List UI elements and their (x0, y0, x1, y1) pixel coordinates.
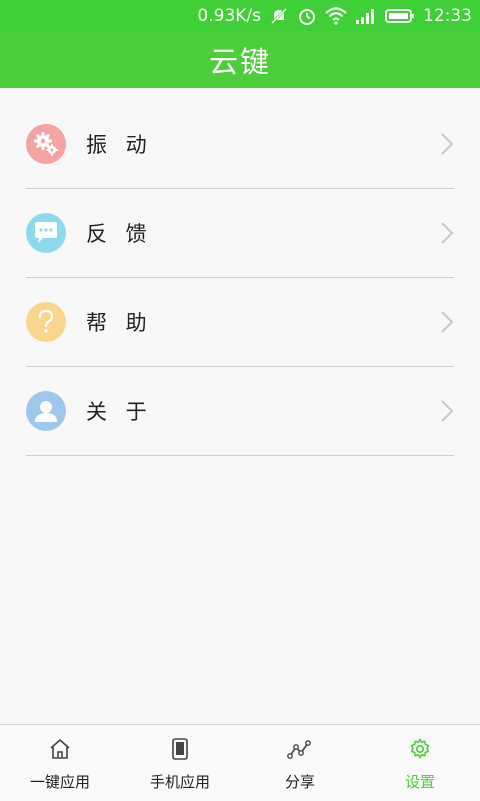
menu-item-about[interactable]: 关 于 (26, 367, 454, 456)
tab-label: 一键应用 (29, 773, 90, 791)
alarm-icon (297, 6, 317, 26)
network-speed: 0.93K/s (197, 5, 261, 26)
question-icon (26, 302, 66, 342)
tab-share[interactable]: 分享 (240, 725, 360, 801)
status-bar: 0.93K/s 12:33 (0, 0, 480, 31)
bottom-tab-bar: 一键应用 手机应用 分享 设置 (0, 724, 480, 801)
person-icon (26, 391, 66, 431)
app-header: 云键 (0, 31, 480, 88)
clock-time: 12:33 (423, 5, 472, 26)
settings-menu: 振 动 反 馈 帮 助 关 于 (0, 100, 480, 456)
menu-item-label: 关 于 (86, 400, 153, 424)
wifi-icon (325, 6, 347, 25)
tab-phone-apps[interactable]: 手机应用 (120, 725, 240, 801)
tab-label: 分享 (284, 773, 315, 791)
chevron-right-icon (440, 221, 454, 249)
gears-icon (26, 124, 66, 164)
menu-item-vibration[interactable]: 振 动 (26, 100, 454, 189)
menu-item-label: 振 动 (86, 133, 153, 157)
share-icon (287, 737, 313, 765)
home-icon (48, 737, 72, 765)
battery-icon (385, 8, 415, 24)
tab-label: 手机应用 (149, 773, 210, 791)
tab-settings[interactable]: 设置 (360, 725, 480, 801)
chat-bubble-icon (26, 213, 66, 253)
tab-one-key-apps[interactable]: 一键应用 (0, 725, 120, 801)
chevron-right-icon (440, 399, 454, 427)
tab-label: 设置 (404, 773, 435, 791)
menu-item-feedback[interactable]: 反 馈 (26, 189, 454, 278)
signal-icon (355, 7, 377, 25)
phone-icon (168, 737, 192, 765)
chevron-right-icon (440, 132, 454, 160)
page-title: 云键 (208, 44, 271, 79)
chevron-right-icon (440, 310, 454, 338)
settings-gear-icon (408, 737, 432, 765)
menu-item-label: 帮 助 (86, 311, 153, 335)
menu-item-help[interactable]: 帮 助 (26, 278, 454, 367)
menu-item-label: 反 馈 (86, 222, 153, 246)
notifications-off-icon (269, 6, 289, 26)
